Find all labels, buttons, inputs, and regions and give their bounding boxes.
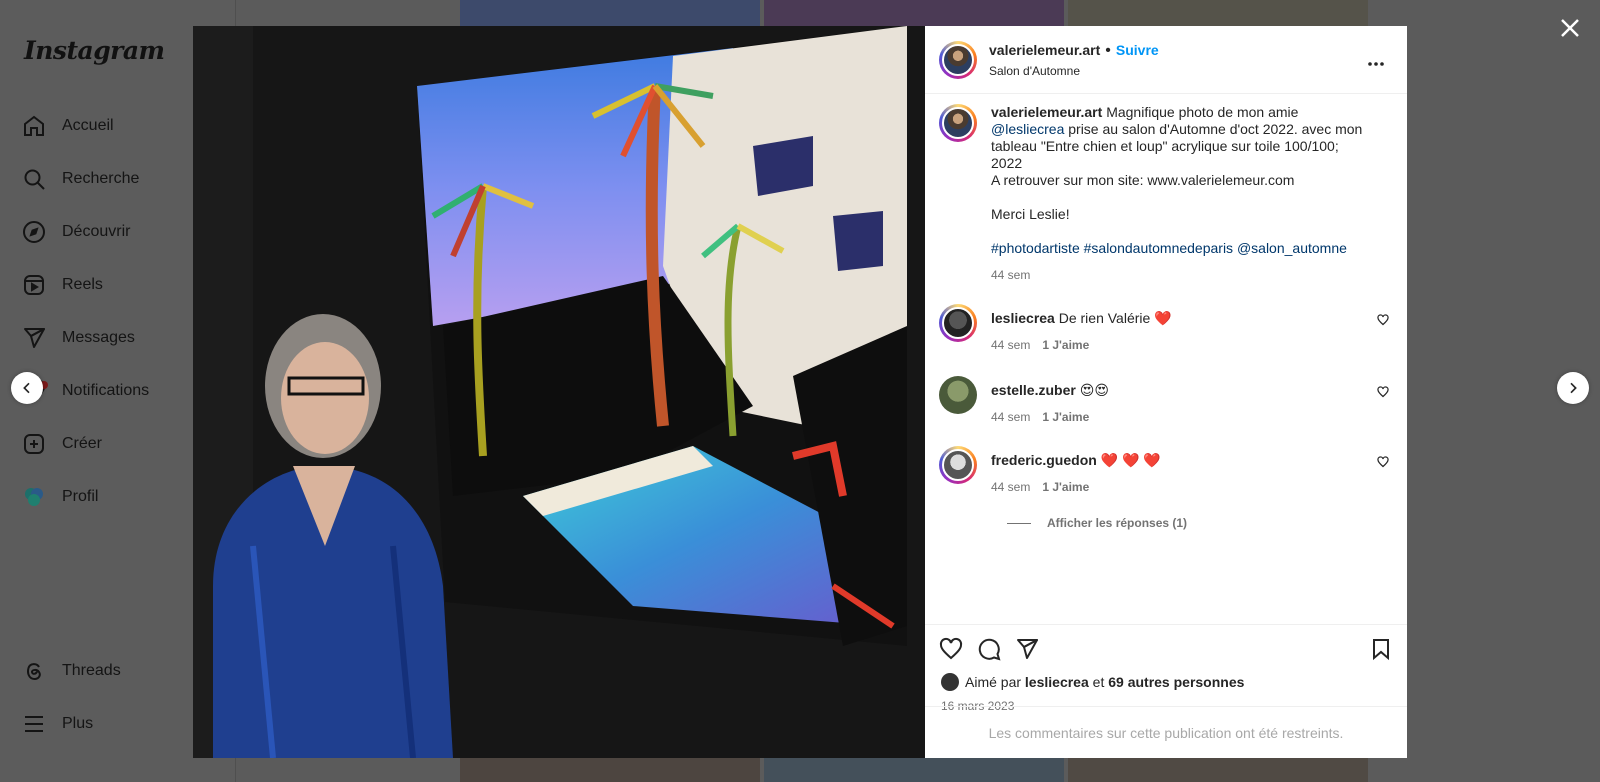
- sidebar-item-label: Découvrir: [62, 223, 131, 240]
- next-post-button[interactable]: [1557, 372, 1589, 404]
- gallery-thumb: [460, 0, 760, 26]
- reels-icon: [24, 275, 44, 295]
- caption-username[interactable]: valerielemeur.art: [991, 104, 1102, 120]
- post-header: valerielemeur.art • Suivre Salon d'Automne: [925, 26, 1407, 94]
- compass-icon: [23, 221, 45, 243]
- liked-by-user[interactable]: lesliecrea: [1025, 674, 1089, 690]
- sidebar-item-label: Créer: [62, 435, 103, 452]
- comment-username[interactable]: frederic.guedon: [991, 452, 1097, 468]
- avatar: [25, 488, 43, 506]
- caption-text: A retrouver sur mon site: www.valerielem…: [991, 172, 1295, 188]
- separator-dot: •: [1105, 41, 1111, 59]
- author-avatar[interactable]: [939, 40, 977, 79]
- comment-time: 44 sem: [991, 480, 1031, 494]
- comment-username[interactable]: lesliecrea: [991, 310, 1055, 326]
- sidebar-item-creer[interactable]: Créer: [22, 429, 102, 459]
- previous-post-button[interactable]: [11, 372, 43, 404]
- comment-avatar[interactable]: [939, 446, 977, 484]
- caption-text: Merci Leslie!: [991, 206, 1070, 222]
- hashtags[interactable]: #photodartiste #salondautomnedeparis @sa…: [991, 240, 1347, 256]
- close-button[interactable]: [1558, 16, 1582, 40]
- comment-text: De rien Valérie ❤️: [1058, 310, 1172, 326]
- comments-list[interactable]: valerielemeur.art Magnifique photo de mo…: [925, 94, 1407, 624]
- comment-like-icon[interactable]: [1377, 386, 1389, 398]
- sidebar-item-recherche[interactable]: Recherche: [22, 164, 139, 194]
- sidebar-item-accueil[interactable]: Accueil: [22, 111, 114, 141]
- sidebar-item-label: Accueil: [62, 117, 114, 134]
- post-modal: valerielemeur.art • Suivre Salon d'Automne…: [193, 26, 1407, 758]
- sidebar-item-threads[interactable]: Threads: [22, 656, 121, 686]
- gallery-thumb: [1068, 0, 1368, 26]
- sidebar-item-label: Profil: [62, 488, 99, 505]
- plus-square-icon: [24, 434, 44, 454]
- post-photo[interactable]: [193, 26, 925, 758]
- like-icon[interactable]: [939, 637, 963, 661]
- replies-divider: [1007, 522, 1031, 524]
- comment-icon[interactable]: [977, 637, 1001, 661]
- sidebar-item-messages[interactable]: Messages: [22, 323, 135, 353]
- threads-icon: [27, 663, 41, 681]
- sidebar-item-profil[interactable]: Profil: [22, 482, 98, 512]
- more-options-button[interactable]: [1367, 54, 1385, 72]
- sidebar-item-label: Notifications: [62, 382, 150, 399]
- sidebar-item-label: Plus: [62, 715, 94, 732]
- more-icon: [1368, 62, 1384, 66]
- gallery-thumb: [764, 758, 1064, 782]
- comment-time: 44 sem: [991, 410, 1031, 424]
- sidebar-item-label: Reels: [62, 276, 103, 293]
- instagram-logo[interactable]: Instagram: [24, 36, 165, 65]
- comment-likes[interactable]: 1 J'aime: [1042, 479, 1089, 496]
- menu-icon: [25, 716, 43, 732]
- sidebar-item-label: Messages: [62, 329, 135, 346]
- comment-username[interactable]: estelle.zuber: [991, 382, 1076, 398]
- sidebar-item-decouvrir[interactable]: Découvrir: [22, 217, 130, 247]
- caption-text: Magnifique photo de mon amie: [1106, 104, 1299, 120]
- sidebar-item-reels[interactable]: Reels: [22, 270, 103, 300]
- gallery-thumb: [1068, 758, 1368, 782]
- liked-by-others[interactable]: 69 autres personnes: [1108, 674, 1244, 690]
- comment-avatar[interactable]: [939, 304, 977, 342]
- share-icon[interactable]: [1015, 637, 1039, 661]
- painting-photo-illustration: [193, 26, 925, 758]
- comment-like-icon[interactable]: [1377, 314, 1389, 326]
- comment-likes[interactable]: 1 J'aime: [1042, 409, 1089, 426]
- comment-item: frederic.guedon ❤️ ❤️ ❤️ 44 sem 1 J'aime: [939, 446, 1393, 496]
- comment-text: ❤️ ❤️ ❤️: [1100, 452, 1161, 468]
- author-username[interactable]: valerielemeur.art: [989, 42, 1100, 58]
- sidebar-item-label: Threads: [62, 662, 121, 679]
- send-icon: [24, 328, 45, 348]
- liker-avatar: [941, 673, 959, 691]
- sidebar-item-label: Recherche: [62, 170, 140, 187]
- comment-time: 44 sem: [991, 338, 1031, 352]
- home-icon: [24, 115, 44, 136]
- search-icon: [24, 169, 45, 190]
- post-location[interactable]: Salon d'Automne: [989, 64, 1159, 78]
- chevron-right-icon: [1570, 382, 1577, 394]
- caption: valerielemeur.art Magnifique photo de mo…: [939, 104, 1393, 284]
- comment-item: estelle.zuber 😍😍 44 sem 1 J'aime: [939, 376, 1393, 426]
- liked-by-and: et: [1092, 674, 1105, 690]
- comments-restricted-notice: Les commentaires sur cette publication o…: [925, 706, 1407, 758]
- liked-by[interactable]: Aimé par lesliecrea et 69 autres personn…: [925, 661, 1407, 691]
- follow-button[interactable]: Suivre: [1116, 42, 1159, 58]
- comment-item: lesliecrea De rien Valérie ❤️ 44 sem 1 J'…: [939, 304, 1393, 354]
- comment-like-icon[interactable]: [1377, 456, 1389, 468]
- gallery-thumb: [460, 758, 760, 782]
- close-icon: [1561, 19, 1579, 37]
- chevron-left-icon: [23, 382, 30, 394]
- bookmark-icon[interactable]: [1369, 637, 1393, 661]
- caption-time: 44 sem: [991, 268, 1031, 282]
- sidebar-item-plus[interactable]: Plus: [22, 709, 93, 739]
- comment-text: 😍😍: [1079, 382, 1109, 398]
- comment-likes[interactable]: 1 J'aime: [1042, 337, 1089, 354]
- post-details-panel: valerielemeur.art • Suivre Salon d'Automne…: [925, 26, 1407, 758]
- comment-avatar[interactable]: [939, 376, 977, 414]
- view-replies-button[interactable]: Afficher les réponses (1): [1007, 516, 1393, 530]
- gallery-thumb: [764, 0, 1064, 26]
- mention-link[interactable]: @lesliecrea: [991, 121, 1064, 137]
- liked-by-prefix: Aimé par: [965, 674, 1022, 690]
- author-avatar[interactable]: [939, 104, 977, 142]
- view-replies-label: Afficher les réponses (1): [1047, 516, 1188, 530]
